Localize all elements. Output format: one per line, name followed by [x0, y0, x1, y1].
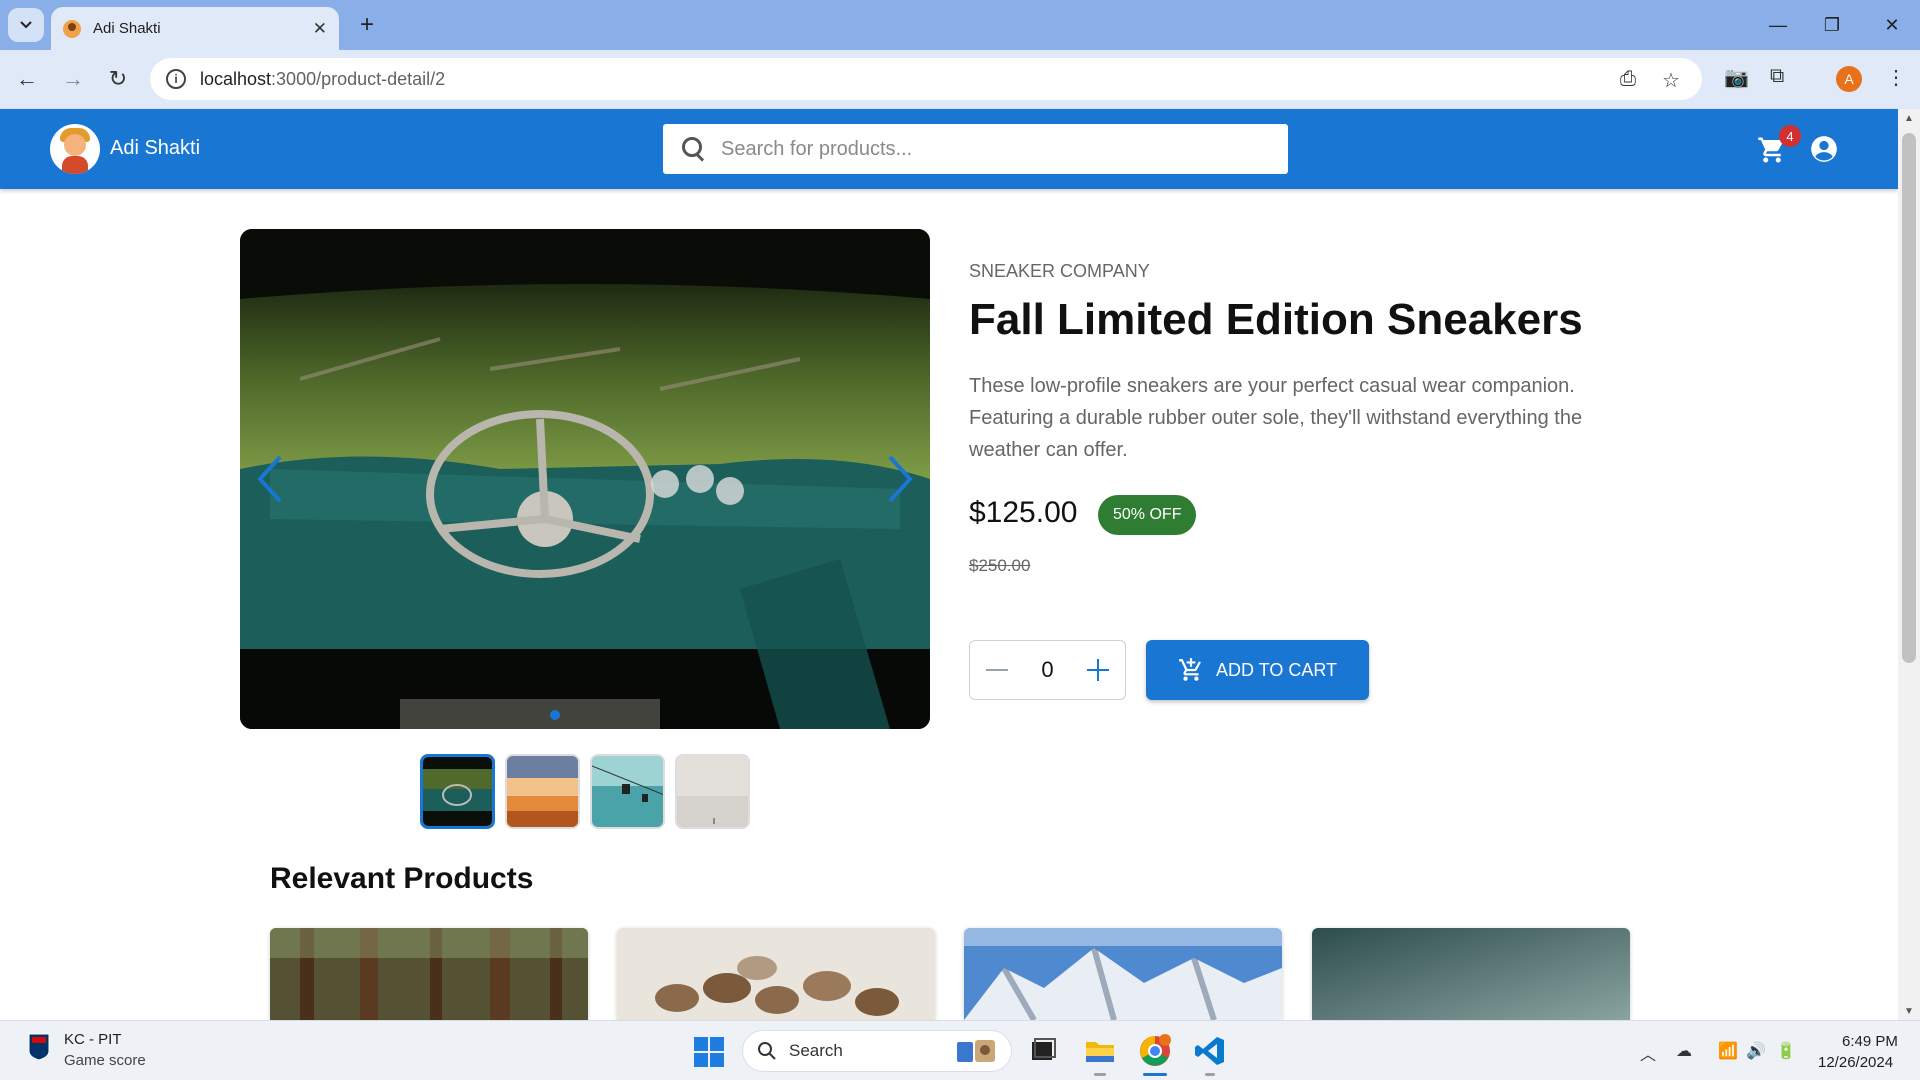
install-app-icon[interactable]: ⎙: [1620, 68, 1636, 91]
news-widget-subtitle[interactable]: Game score: [64, 1052, 146, 1069]
add-shopping-cart-icon: [1179, 658, 1201, 681]
thumbnail-car-interior[interactable]: [420, 754, 495, 829]
relevant-product-card-forest[interactable]: [270, 928, 588, 1020]
new-tab-button[interactable]: +: [352, 10, 382, 40]
battery-icon[interactable]: 🔋: [1776, 1041, 1796, 1061]
profile-avatar[interactable]: A: [1836, 66, 1862, 92]
tab-title: Adi Shakti: [93, 20, 161, 37]
product-main-image: [240, 229, 930, 729]
chrome-active-indicator: [1143, 1073, 1167, 1076]
restore-button[interactable]: ❐: [1802, 10, 1862, 40]
product-title: Fall Limited Edition Sneakers: [969, 295, 1583, 344]
relevant-product-card-mountains[interactable]: [964, 928, 1282, 1020]
discount-badge: 50% OFF: [1098, 495, 1197, 535]
address-bar[interactable]: i localhost:3000/product-detail/2 ⎙ ☆: [150, 58, 1702, 100]
search-icon: [758, 1042, 776, 1060]
add-to-cart-label: ADD TO CART: [1215, 659, 1338, 680]
tab-close-icon[interactable]: ✕: [313, 19, 327, 39]
thumbnail-sunset-clouds[interactable]: [505, 754, 580, 829]
windows-start-icon[interactable]: [694, 1037, 724, 1067]
relevant-product-card-coffee[interactable]: [617, 928, 935, 1020]
product-search-box: [663, 124, 1288, 174]
carousel-prev-chevron-icon[interactable]: [252, 449, 292, 509]
cart-count-badge: 4: [1779, 125, 1801, 147]
wifi-icon[interactable]: 📶: [1718, 1041, 1738, 1061]
bookmark-star-icon[interactable]: ☆: [1662, 68, 1680, 93]
thumbnail-strip: [420, 754, 750, 829]
nfl-news-icon[interactable]: [28, 1033, 50, 1061]
taskbar-search-box[interactable]: Search: [742, 1030, 1012, 1072]
explorer-running-indicator: [1094, 1073, 1106, 1076]
search-highlight-icon: [956, 1040, 995, 1062]
url-text: localhost:3000/product-detail/2: [200, 68, 446, 89]
file-explorer-icon[interactable]: [1083, 1034, 1117, 1068]
relevant-products-heading: Relevant Products: [270, 862, 534, 895]
screenshot-camera-icon[interactable]: 📷: [1724, 65, 1749, 90]
chrome-icon[interactable]: [1138, 1034, 1172, 1068]
extensions-icon[interactable]: ⧉: [1770, 65, 1784, 88]
scroll-down-arrow-icon[interactable]: ▼: [1898, 1002, 1920, 1020]
taskbar-search-label: Search: [789, 1041, 843, 1060]
relevant-product-card-teal-sky[interactable]: [1312, 928, 1630, 1020]
product-company: SNEAKER COMPANY: [969, 261, 1150, 281]
thumbnail-cable-car[interactable]: [590, 754, 665, 829]
add-to-cart-button[interactable]: ADD TO CART: [1146, 640, 1369, 700]
product-image-carousel: [240, 229, 930, 729]
brand-logo[interactable]: [50, 124, 100, 174]
news-widget-title[interactable]: KC - PIT: [64, 1031, 122, 1048]
vscode-icon[interactable]: [1193, 1034, 1227, 1068]
scroll-up-arrow-icon[interactable]: ▲: [1898, 109, 1920, 127]
product-price: $125.00: [969, 496, 1078, 529]
quantity-value: 0: [1041, 657, 1054, 682]
quantity-stepper: 0: [969, 640, 1126, 700]
site-info-icon[interactable]: i: [166, 69, 186, 89]
windows-taskbar: KC - PIT Game score Search ︿ ☁ 📶 🔊 🔋 6:4…: [0, 1020, 1920, 1080]
browser-toolbar: ← → ↻ i localhost:3000/product-detail/2 …: [0, 50, 1920, 109]
taskbar-time[interactable]: 6:49 PM: [1842, 1033, 1898, 1050]
task-view-icon[interactable]: [1026, 1034, 1060, 1068]
decrease-quantity-icon[interactable]: [986, 669, 1009, 671]
product-description: These low-profile sneakers are your perf…: [969, 375, 1583, 461]
onedrive-cloud-icon[interactable]: ☁: [1676, 1041, 1692, 1061]
search-icon: [681, 136, 707, 162]
carousel-next-chevron-icon[interactable]: [878, 449, 918, 509]
reload-button[interactable]: ↻: [103, 64, 133, 94]
browser-tabstrip: Adi Shakti ✕ + — ❐ ✕: [0, 0, 1920, 50]
chevron-down-icon: [20, 21, 32, 29]
close-window-button[interactable]: ✕: [1862, 10, 1920, 40]
tray-overflow-chevron-icon[interactable]: ︿: [1640, 1041, 1656, 1065]
search-input[interactable]: [721, 137, 1241, 161]
brand-name[interactable]: Adi Shakti: [110, 137, 200, 160]
forward-button[interactable]: →: [58, 64, 88, 94]
taskbar-date[interactable]: 12/26/2024: [1818, 1054, 1893, 1071]
back-button[interactable]: ←: [12, 64, 42, 94]
scrollbar-thumb[interactable]: [1902, 133, 1916, 663]
tab-search-button[interactable]: [8, 8, 44, 42]
original-price: $250.00: [969, 556, 1031, 575]
page-scrollbar[interactable]: ▲ ▼: [1898, 109, 1920, 1020]
volume-icon[interactable]: 🔊: [1746, 1041, 1766, 1061]
increase-quantity-icon[interactable]: [1086, 659, 1109, 681]
minimize-button[interactable]: —: [1748, 10, 1808, 40]
browser-tab[interactable]: Adi Shakti ✕: [51, 7, 339, 50]
carousel-indicator-dot[interactable]: [550, 710, 560, 720]
site-favicon-icon: [63, 19, 81, 38]
thumbnail-misty-sky[interactable]: [675, 754, 750, 829]
menu-kebab-icon[interactable]: ⋮: [1886, 65, 1906, 90]
app-header: Adi Shakti 4: [0, 109, 1898, 189]
account-circle-icon[interactable]: [1810, 135, 1838, 163]
vscode-running-indicator: [1205, 1073, 1215, 1076]
